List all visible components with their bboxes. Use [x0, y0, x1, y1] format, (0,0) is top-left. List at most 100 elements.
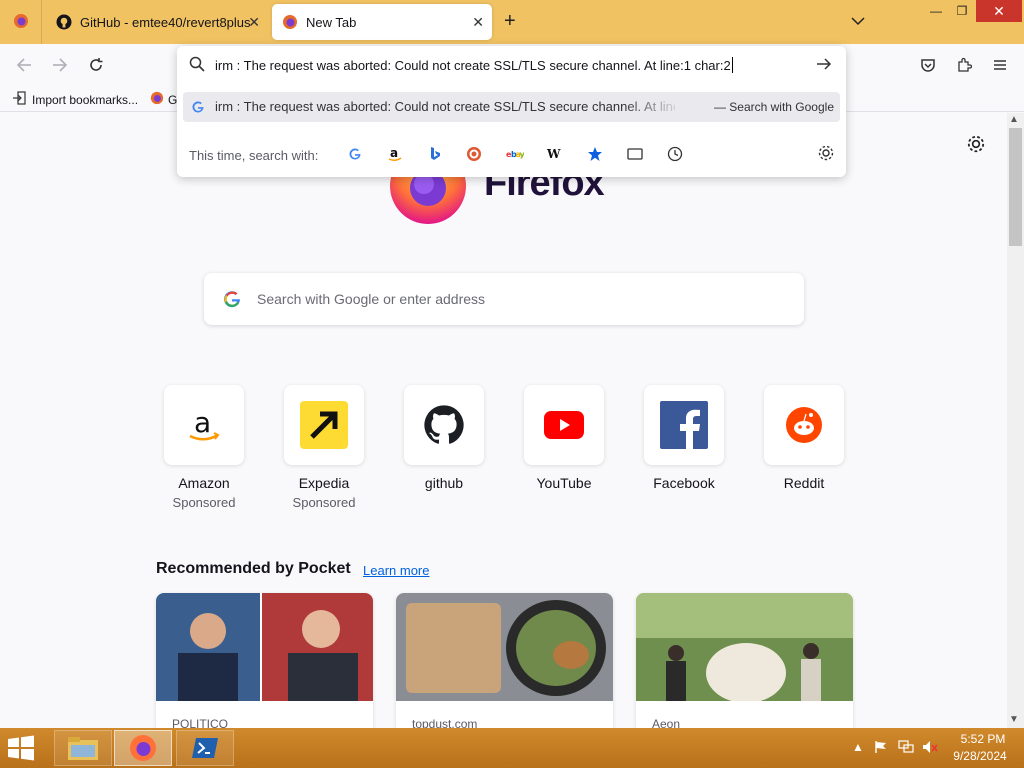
- shortcut-label: YouTube: [536, 475, 592, 491]
- google-icon: [191, 100, 205, 117]
- shortcut-youtube[interactable]: YouTube: [524, 385, 604, 495]
- import-bookmarks-button[interactable]: Import bookmarks...: [12, 91, 138, 108]
- shortcut-label: Facebook: [653, 475, 715, 491]
- scroll-up-icon[interactable]: ▲: [1009, 114, 1019, 125]
- tabs-icon[interactable]: [625, 144, 645, 164]
- shortcut-reddit[interactable]: Reddit: [764, 385, 844, 495]
- pocket-card[interactable]: topdust.com: [396, 593, 613, 733]
- tab-github[interactable]: GitHub - emtee40/revert8plus ✕: [46, 4, 268, 40]
- shortcut-expedia[interactable]: Expedia Sponsored: [284, 385, 364, 510]
- card-image: [636, 593, 853, 703]
- menu-icon[interactable]: [990, 55, 1010, 75]
- search-icon: [189, 56, 205, 77]
- powershell-icon[interactable]: [176, 730, 234, 766]
- duckduckgo-engine-icon[interactable]: [464, 144, 484, 164]
- suggestion-fade: [623, 92, 683, 122]
- suggestion-text: irm : The request was aborted: Could not…: [215, 99, 675, 114]
- scroll-down-icon[interactable]: ▼: [1009, 714, 1019, 725]
- file-explorer-icon[interactable]: [54, 730, 112, 766]
- history-clock-icon[interactable]: [665, 144, 685, 164]
- extensions-icon[interactable]: [954, 55, 974, 75]
- facebook-icon: [644, 385, 724, 465]
- firefox-icon: [282, 14, 298, 30]
- restore-button[interactable]: ❐: [950, 0, 974, 22]
- gear-icon[interactable]: [966, 134, 986, 159]
- windows-start-icon[interactable]: [6, 735, 40, 761]
- scrollbar-thumb[interactable]: [1009, 128, 1022, 246]
- shortcut-label: Amazon: [178, 475, 230, 491]
- suggestion-action: — Search with Google: [713, 100, 834, 114]
- firefox-icon: [150, 91, 164, 108]
- search-placeholder: Search with Google or enter address: [257, 291, 486, 307]
- pocket-icon[interactable]: [918, 55, 938, 75]
- firefox-view-button[interactable]: [0, 0, 42, 44]
- svg-text:a: a: [194, 406, 211, 439]
- pocket-heading: Recommended by Pocket: [156, 560, 351, 577]
- back-arrow-icon[interactable]: [14, 55, 34, 75]
- wikipedia-engine-icon[interactable]: W: [545, 144, 565, 164]
- title-bar: GitHub - emtee40/revert8plus ✕ New Tab ✕…: [0, 0, 1024, 44]
- shortcut-amazon[interactable]: a Amazon Sponsored: [164, 385, 244, 510]
- import-icon: [12, 91, 26, 108]
- svg-text:a: a: [390, 146, 398, 160]
- close-tab-icon[interactable]: ✕: [472, 14, 484, 31]
- shortcut-github[interactable]: github: [404, 385, 484, 495]
- urlbar-input[interactable]: irm : The request was aborted: Could not…: [215, 55, 805, 75]
- volume-muted-icon[interactable]: [922, 740, 938, 757]
- go-arrow-icon[interactable]: [816, 56, 832, 77]
- bing-engine-icon[interactable]: [425, 144, 445, 164]
- card-image: [156, 593, 373, 701]
- amazon-engine-icon[interactable]: a: [385, 144, 405, 164]
- ebay-engine-icon[interactable]: ebay: [505, 144, 525, 164]
- reddit-icon: [764, 385, 844, 465]
- shortcut-label: github: [424, 475, 464, 491]
- shortcut-facebook[interactable]: Facebook: [644, 385, 724, 495]
- search-suggestion-row[interactable]: irm : The request was aborted: Could not…: [183, 92, 840, 122]
- new-tab-plus-icon[interactable]: +: [504, 10, 516, 33]
- minimize-button[interactable]: —: [920, 0, 952, 22]
- card-image: [396, 593, 613, 701]
- firefox-taskbar-icon[interactable]: [114, 730, 172, 766]
- reload-icon[interactable]: [86, 55, 106, 75]
- taskbar: ▲ 5:52 PM 9/28/2024: [0, 728, 1024, 768]
- shortcut-label: Reddit: [783, 475, 825, 491]
- tab-label: New Tab: [306, 14, 357, 30]
- import-bookmarks-label: Import bookmarks...: [32, 92, 139, 107]
- urlbar-dropdown: irm : The request was aborted: Could not…: [177, 46, 846, 177]
- text-caret: [731, 57, 733, 73]
- close-window-button[interactable]: ✕: [976, 0, 1022, 22]
- close-tab-icon[interactable]: ✕: [248, 14, 260, 31]
- github-icon: [404, 385, 484, 465]
- amazon-icon: a: [164, 385, 244, 465]
- clock-date[interactable]: 9/28/2024: [950, 749, 1010, 763]
- gear-icon[interactable]: [817, 144, 835, 167]
- svg-text:y: y: [520, 150, 525, 159]
- svg-text:W: W: [546, 147, 561, 161]
- forward-arrow-icon[interactable]: [50, 55, 70, 75]
- tab-new-tab[interactable]: New Tab ✕: [272, 4, 492, 40]
- sponsored-label: Sponsored: [292, 495, 356, 510]
- tab-label: GitHub - emtee40/revert8plus: [80, 14, 251, 30]
- shortcut-label: Expedia: [298, 475, 350, 491]
- firefox-icon: [13, 13, 29, 32]
- search-with-label: This time, search with:: [189, 148, 319, 163]
- show-hidden-icons-icon[interactable]: ▲: [852, 740, 864, 754]
- sponsored-label: Sponsored: [172, 495, 236, 510]
- network-icon[interactable]: [898, 740, 914, 757]
- newtab-search-box[interactable]: Search with Google or enter address: [204, 273, 804, 325]
- urlbar-value: irm : The request was aborted: Could not…: [215, 57, 731, 73]
- action-center-flag-icon[interactable]: [874, 740, 888, 757]
- github-icon: [56, 14, 72, 30]
- clock-time[interactable]: 5:52 PM: [958, 732, 1008, 746]
- chevron-down-icon[interactable]: [851, 13, 865, 31]
- google-engine-icon[interactable]: [345, 144, 365, 164]
- pocket-card[interactable]: Aeon: [636, 593, 853, 733]
- expedia-icon: [284, 385, 364, 465]
- bookmark-label: G: [168, 92, 178, 107]
- pocket-card[interactable]: POLITICO: [156, 593, 373, 733]
- google-icon: [222, 289, 242, 314]
- bookmarks-star-icon[interactable]: [585, 144, 605, 164]
- urlbar[interactable]: irm : The request was aborted: Could not…: [177, 46, 846, 84]
- learn-more-link[interactable]: Learn more: [363, 563, 429, 578]
- bookmark-item[interactable]: G: [150, 91, 177, 108]
